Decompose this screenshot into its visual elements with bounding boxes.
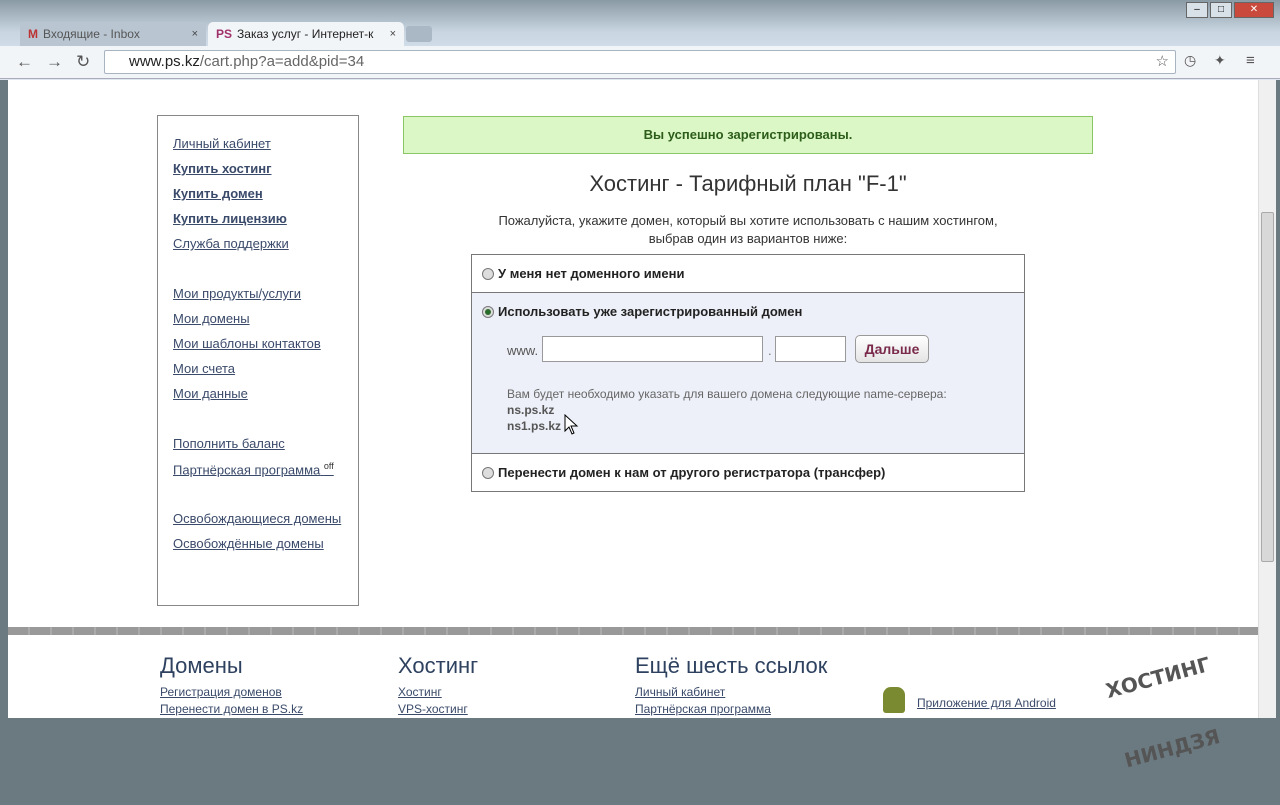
ps-logo-icon: PS bbox=[216, 27, 233, 41]
footer-heading-hosting: Хостинг bbox=[398, 653, 479, 678]
back-icon[interactable]: ← bbox=[16, 52, 33, 72]
ns2: ns1.ps.kz bbox=[507, 419, 562, 433]
sidebar-item-buy-hosting[interactable]: Купить хостинг bbox=[173, 161, 272, 176]
ninja-watermark-logo: ХОСТИНГ НИНДЗЯ bbox=[1103, 652, 1223, 773]
tab-inbox[interactable]: M Входящие - Inbox × bbox=[20, 22, 206, 46]
star-icon[interactable]: ☆ bbox=[1156, 52, 1169, 70]
sidebar-item-domains[interactable]: Мои домены bbox=[173, 311, 250, 326]
footer-link[interactable]: Партнёрская программа bbox=[635, 702, 771, 716]
android-icon bbox=[883, 687, 905, 713]
sidebar-item-buy-domain[interactable]: Купить домен bbox=[173, 186, 263, 201]
sidebar-item-invoices[interactable]: Мои счета bbox=[173, 361, 235, 376]
footer-link[interactable]: Регистрация доменов bbox=[160, 685, 282, 699]
option-transfer[interactable]: Перенести домен к нам от другого регистр… bbox=[472, 454, 1024, 492]
radio-no-domain[interactable] bbox=[482, 267, 494, 280]
sidebar-item-partner[interactable]: Партнёрская программа off bbox=[173, 461, 334, 477]
domain-options: У меня нет доменного имени Использовать … bbox=[471, 254, 1025, 492]
maximize-button[interactable]: □ bbox=[1210, 2, 1232, 18]
close-tab-icon[interactable]: × bbox=[390, 28, 396, 40]
browser-chrome: M Входящие - Inbox × PS Заказ услуг - Интер… bbox=[0, 0, 1280, 80]
option-no-domain[interactable]: У меня нет доменного имени bbox=[472, 255, 1024, 293]
forward-icon[interactable]: → bbox=[46, 52, 63, 72]
dot-separator: . bbox=[768, 343, 772, 358]
footer-link[interactable]: Хостинг bbox=[398, 685, 442, 699]
tld-input[interactable] bbox=[775, 336, 846, 362]
menu-icon[interactable]: ≡ bbox=[1246, 52, 1255, 69]
footer-divider bbox=[8, 627, 1258, 635]
sidebar-item-topup[interactable]: Пополнить баланс bbox=[173, 436, 285, 451]
address-bar[interactable]: www.ps.kz/cart.php?a=add&pid=34 ☆ bbox=[104, 50, 1176, 74]
sld-input[interactable] bbox=[542, 336, 763, 362]
radio-existing-domain[interactable] bbox=[482, 305, 494, 318]
android-app-link[interactable]: Приложение для Android bbox=[917, 696, 1056, 710]
footer-link[interactable]: Перенести домен в PS.kz bbox=[160, 702, 303, 716]
page-title: Хостинг - Тарифный план "F-1" bbox=[589, 171, 907, 196]
toolbar: ← → ↻ www.ps.kz/cart.php?a=add&pid=34 ☆ ◷… bbox=[0, 46, 1280, 79]
sidebar-item-expiring-domains[interactable]: Освобождающиеся домены bbox=[173, 511, 341, 526]
footer-heading-domains: Домены bbox=[160, 653, 243, 678]
close-tab-icon[interactable]: × bbox=[192, 28, 198, 40]
footer-heading-more: Ещё шесть ссылок bbox=[635, 653, 828, 678]
partner-badge: off bbox=[323, 461, 334, 471]
sidebar-item-products[interactable]: Мои продукты/услуги bbox=[173, 286, 301, 301]
sidebar-item-released-domains[interactable]: Освобождённые домены bbox=[173, 536, 324, 551]
footer-link[interactable]: Личный кабинет bbox=[635, 685, 725, 699]
tab-order[interactable]: PS Заказ услуг - Интернет-к × bbox=[208, 22, 404, 46]
close-window-button[interactable]: ✕ bbox=[1234, 2, 1274, 18]
clock-icon[interactable]: ◷ bbox=[1184, 52, 1196, 69]
page: Личный кабинет Купить хостинг Купить дом… bbox=[8, 80, 1258, 772]
sidebar-item-contact-templates[interactable]: Мои шаблоны контактов bbox=[173, 336, 321, 351]
scrollbar[interactable] bbox=[1258, 80, 1276, 718]
radio-transfer[interactable] bbox=[482, 466, 494, 479]
next-button[interactable]: Дальше bbox=[855, 335, 929, 363]
sidebar: Личный кабинет Купить хостинг Купить дом… bbox=[157, 115, 359, 606]
sidebar-item-details[interactable]: Мои данные bbox=[173, 386, 248, 401]
sidebar-item-account[interactable]: Личный кабинет bbox=[173, 136, 271, 151]
footer-link[interactable]: VPS-хостинг bbox=[398, 702, 468, 716]
sidebar-item-buy-license[interactable]: Купить лицензию bbox=[173, 211, 287, 226]
success-message: Вы успешно зарегистрированы. bbox=[403, 116, 1093, 154]
scrollbar-thumb[interactable] bbox=[1261, 212, 1274, 562]
mouse-cursor-icon bbox=[564, 414, 579, 435]
extension-icon[interactable]: ✦ bbox=[1214, 52, 1226, 69]
reload-icon[interactable]: ↻ bbox=[76, 52, 90, 72]
option-existing-domain[interactable]: Использовать уже зарегистрированный доме… bbox=[472, 293, 1024, 454]
intro-text: Пожалуйста, укажите домен, который вы хо… bbox=[498, 213, 998, 246]
new-tab-button[interactable] bbox=[406, 26, 432, 42]
minimize-button[interactable]: – bbox=[1186, 2, 1208, 18]
ns1: ns.ps.kz bbox=[507, 403, 555, 417]
sidebar-item-support[interactable]: Служба поддержки bbox=[173, 236, 289, 251]
gmail-icon: M bbox=[28, 27, 38, 41]
www-prefix: www. bbox=[507, 343, 539, 358]
